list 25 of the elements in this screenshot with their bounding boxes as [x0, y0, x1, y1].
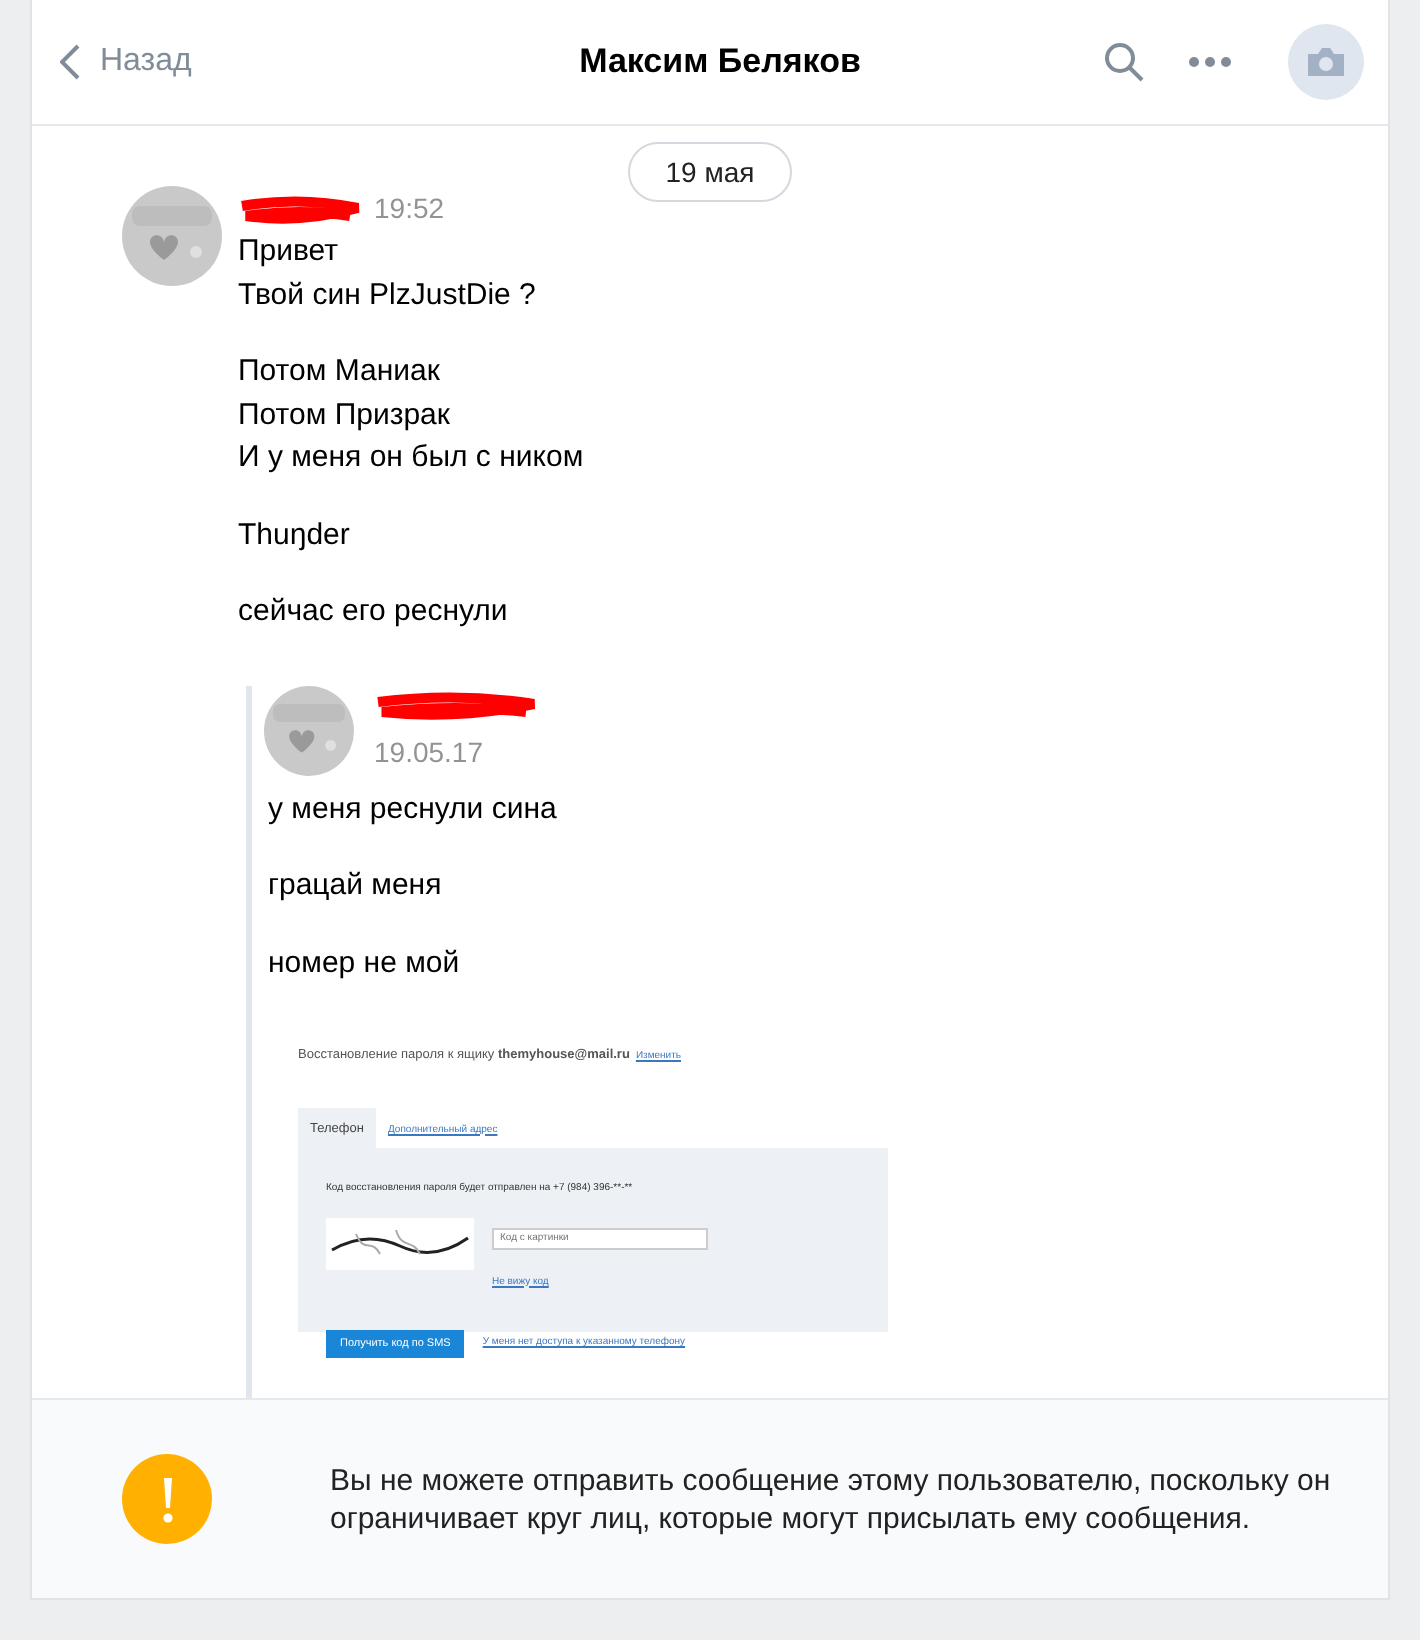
camera-icon: [1306, 46, 1346, 78]
message-text: Твой син PlzJustDie ?: [238, 275, 538, 315]
message-text: у меня реснули сина: [268, 789, 559, 829]
avatar-button[interactable]: [1288, 24, 1364, 100]
more-button[interactable]: [1188, 56, 1232, 68]
message-time: 19:52: [374, 190, 445, 229]
forwarded-date: 19.05.17: [374, 736, 483, 768]
message-text: сейчас его реснули: [238, 592, 510, 632]
redaction-scribble: [238, 196, 362, 224]
chevron-left-icon: [60, 44, 80, 80]
search-button[interactable]: [1104, 42, 1144, 82]
chat-title: Максим Беляков: [577, 42, 863, 82]
warning-icon: [122, 1454, 212, 1544]
message-text: И у меня он был с ником: [238, 438, 586, 478]
restriction-notice: Вы не можете отправить сообщение этому пользователю, поскольку он ограничивает круг лиц, которые могут присылать ему сообщения.: [330, 1461, 1333, 1537]
message-text: Потом Призрак: [238, 395, 452, 435]
message-text: номер не мой: [268, 943, 462, 983]
back-button[interactable]: Назад: [60, 44, 380, 80]
message-text: Привет: [238, 232, 341, 272]
more-icon: [1188, 56, 1232, 68]
message-text: Потом Маниак: [238, 352, 442, 392]
message-text: грацай меня: [268, 866, 444, 906]
search-icon: [1104, 42, 1144, 82]
message-text: Thuŋder: [238, 515, 352, 555]
date-pill: 19 мая: [627, 142, 793, 202]
